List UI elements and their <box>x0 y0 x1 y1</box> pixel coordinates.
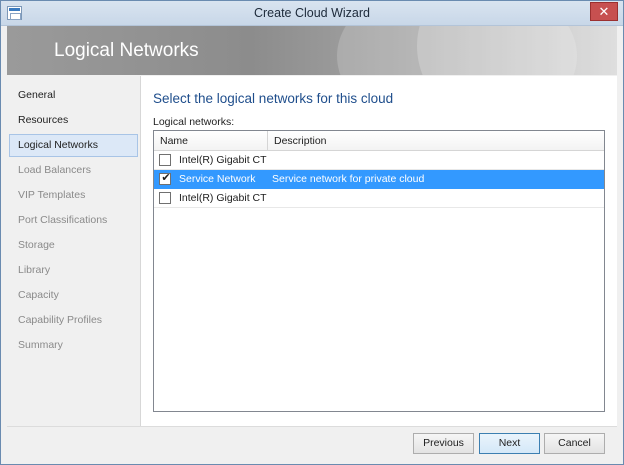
window-title: Create Cloud Wizard <box>253 6 370 20</box>
nav-item-resources[interactable]: Resources <box>9 109 138 132</box>
row-name: Intel(R) Gigabit CT De <box>179 192 268 204</box>
wizard-steps-nav: General Resources Logical Networks Load … <box>7 76 140 426</box>
page-title: Logical Networks <box>54 40 199 61</box>
nav-item-logical-networks[interactable]: Logical Networks <box>9 134 138 157</box>
column-header-description[interactable]: Description <box>268 131 604 151</box>
row-description: Service network for private cloud <box>272 173 425 185</box>
nav-item-storage[interactable]: Storage <box>9 234 138 257</box>
nav-item-port-classifications[interactable]: Port Classifications <box>9 209 138 232</box>
nav-item-general[interactable]: General <box>9 84 138 107</box>
checkmark-icon: ✔ <box>161 172 171 184</box>
next-button[interactable]: Next <box>479 433 540 454</box>
row-name: Intel(R) Gigabit CT De <box>179 154 268 166</box>
section-heading: Select the logical networks for this clo… <box>153 91 394 106</box>
main-content: Select the logical networks for this clo… <box>141 76 617 426</box>
row-checkbox[interactable] <box>159 192 171 204</box>
nav-item-summary[interactable]: Summary <box>9 334 138 357</box>
close-button[interactable]: ✕ <box>590 2 618 21</box>
nav-item-library[interactable]: Library <box>9 259 138 282</box>
logical-networks-label: Logical networks: <box>153 116 235 128</box>
banner-decoration <box>417 26 617 75</box>
list-header: Name Description <box>154 131 604 151</box>
nav-item-capacity[interactable]: Capacity <box>9 284 138 307</box>
nav-item-load-balancers[interactable]: Load Balancers <box>9 159 138 182</box>
nav-item-capability-profiles[interactable]: Capability Profiles <box>9 309 138 332</box>
column-header-name[interactable]: Name <box>154 131 268 151</box>
table-row[interactable]: ✔ Service Network Service network for pr… <box>154 170 604 189</box>
title-bar[interactable]: Create Cloud Wizard ✕ <box>1 1 623 26</box>
previous-button[interactable]: Previous <box>413 433 474 454</box>
nav-item-vip-templates[interactable]: VIP Templates <box>9 184 138 207</box>
row-checkbox[interactable]: ✔ <box>159 172 171 185</box>
wizard-footer: Previous Next Cancel <box>7 426 617 459</box>
row-name: Service Network <box>179 173 256 185</box>
table-row[interactable]: Intel(R) Gigabit CT De <box>154 151 604 170</box>
header-banner: Logical Networks <box>7 26 617 75</box>
close-icon: ✕ <box>598 4 610 19</box>
table-row[interactable]: Intel(R) Gigabit CT De <box>154 189 604 208</box>
logical-networks-list[interactable]: Name Description Intel(R) Gigabit CT De … <box>153 130 605 412</box>
cancel-button[interactable]: Cancel <box>544 433 605 454</box>
row-checkbox[interactable] <box>159 154 171 166</box>
wizard-window: Create Cloud Wizard ✕ Logical Networks G… <box>0 0 624 465</box>
